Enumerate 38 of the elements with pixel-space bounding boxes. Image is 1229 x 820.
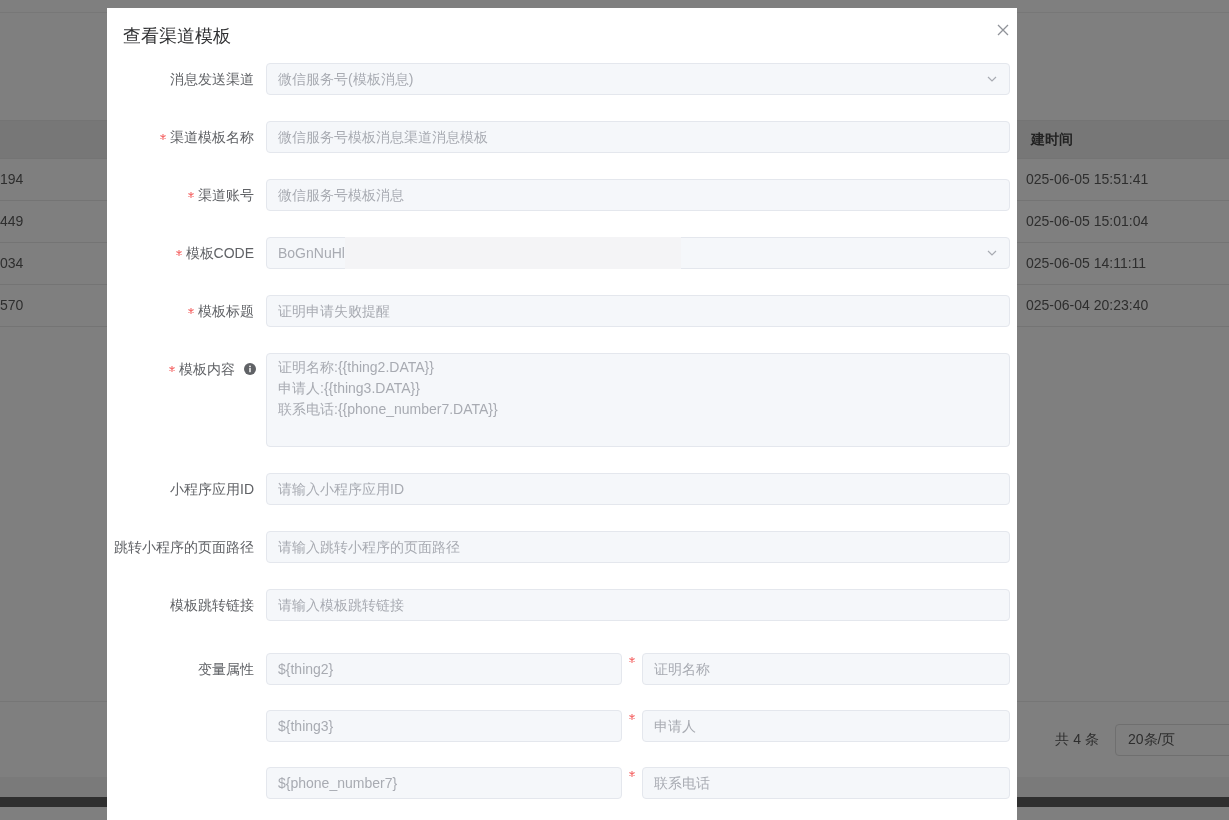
input-field[interactable]: ${thing3} [266,710,622,742]
input-field[interactable]: ${thing2} [266,653,622,685]
field-label: 模板CODE [185,243,254,263]
dialog-title: 查看渠道模板 [123,25,231,48]
select-value: 微信服务号(模板消息) [278,69,414,89]
input-field[interactable]: 证明名称 [642,653,1010,685]
field-label: 模板内容 [179,359,235,379]
input-field[interactable]: 微信服务号模板消息渠道消息模板 [266,121,1010,153]
table-cell-text: 025-06-05 14:11:11 [1026,254,1148,273]
field-label: 模板标题 [198,301,254,321]
field-label: 跳转小程序的页面路径 [114,537,254,557]
table-cell-text: 570 [0,296,24,315]
table-cell-text: 449 [0,212,24,231]
field-label: 小程序应用ID [170,479,254,499]
field-label: 消息发送渠道 [170,69,254,89]
table-cell-text: 194 [0,170,24,189]
field-label: 渠道模板名称 [170,127,254,147]
total-count: 共 4 条 [1055,730,1099,749]
input-field[interactable]: 证明申请失败提醒 [266,295,1010,327]
input-field[interactable]: 联系电话 [642,767,1010,799]
table-cell-text: 025-06-05 15:51:41 [1026,170,1150,189]
select-field[interactable]: BoGnNuHl [266,237,1010,269]
close-icon[interactable] [997,23,1009,36]
table-cell-text: 025-06-05 15:01:04 [1026,212,1150,231]
table-cell-text: 025-06-04 20:23:40 [1026,296,1150,315]
info-icon[interactable] [244,363,256,375]
column-header: 建时间 [1031,130,1073,149]
input-field[interactable]: 微信服务号模板消息 [266,179,1010,211]
select-value: BoGnNuHl [278,243,345,263]
select-field[interactable]: 微信服务号(模板消息) [266,63,1010,95]
field-label: 变量属性 [198,659,254,679]
page-size-select[interactable]: 20条/页 [1115,723,1229,756]
input-field[interactable]: 申请人 [642,710,1010,742]
table-cell-text: 034 [0,254,24,273]
input-field[interactable]: ${phone_number7} [266,767,622,799]
textarea-field[interactable]: 证明名称:{{thing2.DATA}} 申请人:{{thing3.DATA}} 联系电话:{{phone_number7.DATA}} [266,353,1010,447]
field-label: 渠道账号 [198,185,254,205]
field-label: 模板跳转链接 [170,595,254,615]
